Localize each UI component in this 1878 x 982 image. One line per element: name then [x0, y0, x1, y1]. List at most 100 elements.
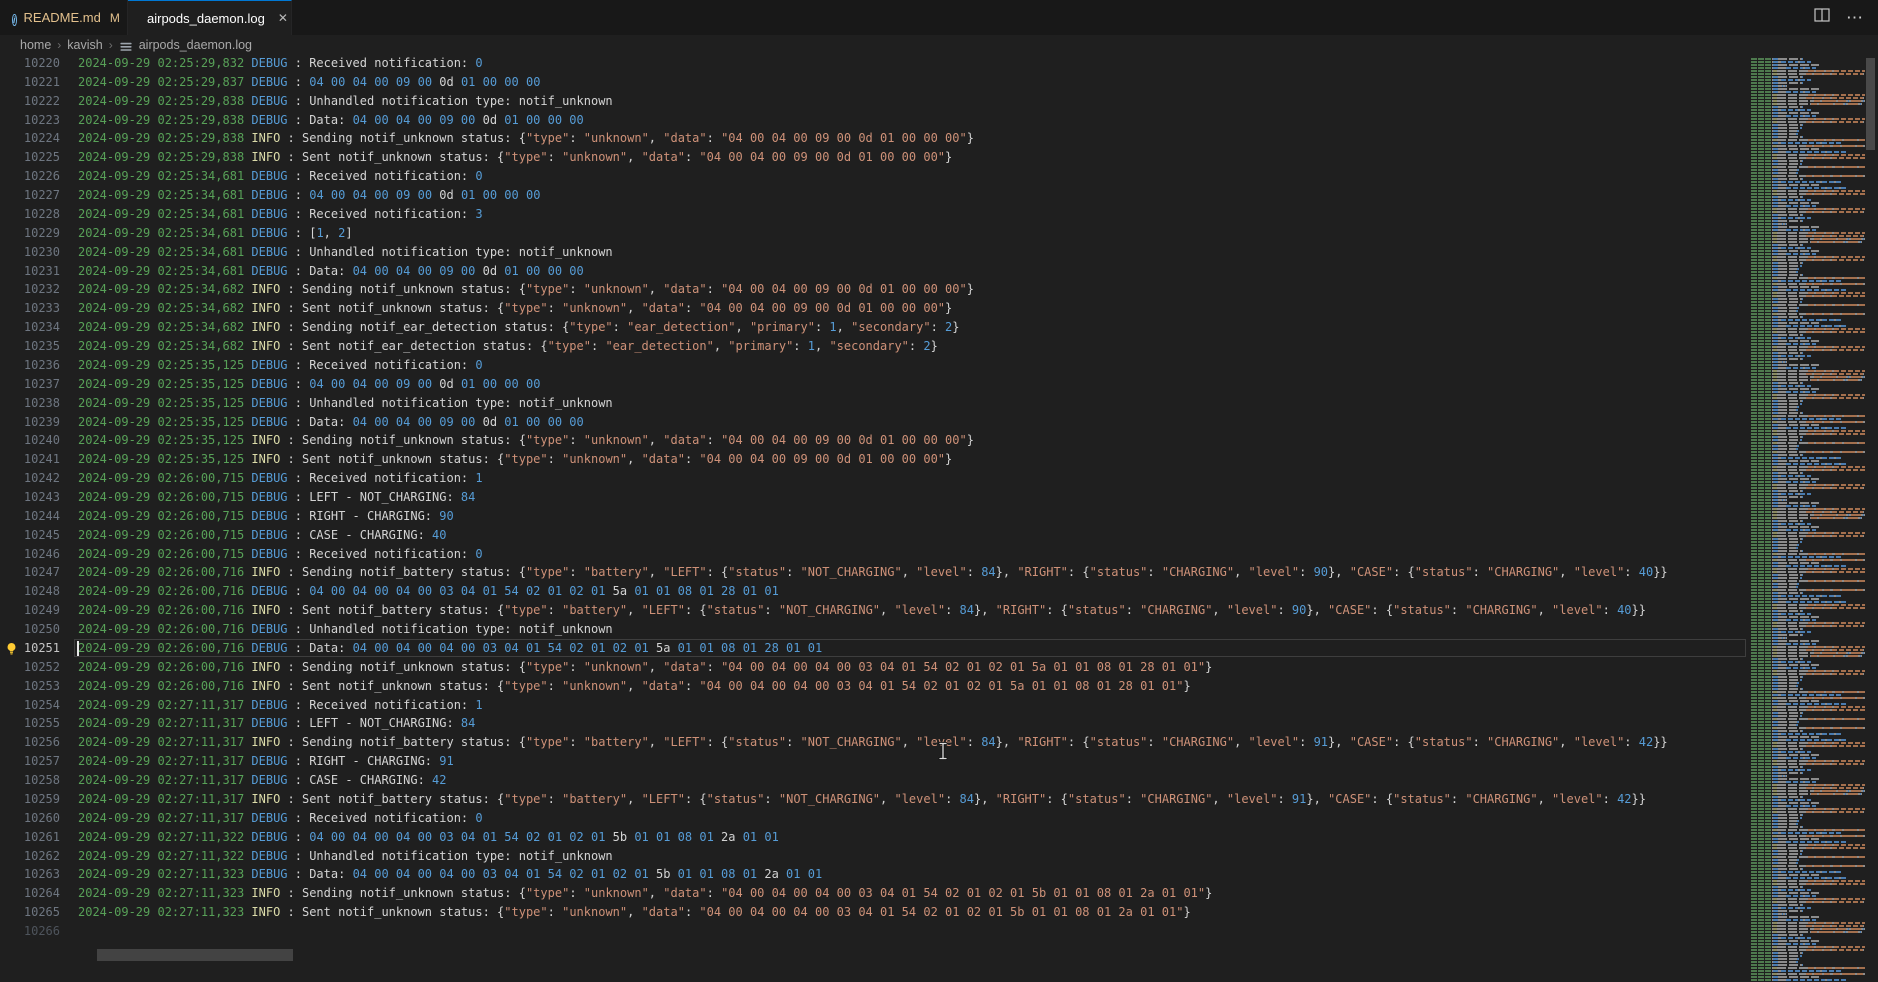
log-line[interactable]: 102632024-09-29 02:27:11,323 DEBUG : Dat… [0, 865, 1748, 884]
log-line-text[interactable]: 2024-09-29 02:25:34,682 INFO : Sending n… [78, 280, 974, 299]
line-number[interactable]: 10228 [0, 205, 60, 224]
log-line-text[interactable]: 2024-09-29 02:25:29,837 DEBUG : 04 00 04… [78, 73, 540, 92]
log-line-text[interactable]: 2024-09-29 02:26:00,716 INFO : Sending n… [78, 658, 1212, 677]
line-number[interactable]: 10230 [0, 243, 60, 262]
line-number[interactable]: 10224 [0, 129, 60, 148]
vertical-scrollbar-thumb[interactable] [1866, 58, 1875, 150]
log-line-text[interactable]: 2024-09-29 02:27:11,322 DEBUG : Unhandle… [78, 847, 613, 866]
log-line[interactable]: 102242024-09-29 02:25:29,838 INFO : Send… [0, 129, 1748, 148]
log-line-text[interactable]: 2024-09-29 02:25:34,681 DEBUG : Unhandle… [78, 243, 613, 262]
log-line[interactable]: 102202024-09-29 02:25:29,832 DEBUG : Rec… [0, 54, 1748, 73]
line-number[interactable]: 10220 [0, 54, 60, 73]
log-line-text[interactable]: 2024-09-29 02:26:00,715 DEBUG : Received… [78, 469, 483, 488]
log-line-text[interactable]: 2024-09-29 02:26:00,715 DEBUG : LEFT - N… [78, 488, 475, 507]
breadcrumb-home[interactable]: home [20, 38, 51, 52]
line-number[interactable]: 10238 [0, 394, 60, 413]
line-number[interactable]: 10222 [0, 92, 60, 111]
log-line[interactable]: 10262 2024-09-29 02:27:11,322 DEBUG : Unh… [0, 847, 1748, 866]
line-number[interactable]: 10229 [0, 224, 60, 243]
line-number[interactable]: 10256 [0, 733, 60, 752]
log-line-text[interactable]: 2024-09-29 02:27:11,317 DEBUG : CASE - C… [78, 771, 446, 790]
log-line-text[interactable]: 2024-09-29 02:25:34,681 DEBUG : Received… [78, 167, 483, 186]
line-number[interactable]: 10241 [0, 450, 60, 469]
log-line[interactable]: 102292024-09-29 02:25:34,681 DEBUG : [1,… [0, 224, 1748, 243]
line-number[interactable]: 10221 [0, 73, 60, 92]
log-line[interactable]: 102322024-09-29 02:25:34,682 INFO : Send… [0, 280, 1748, 299]
line-number[interactable]: 10236 [0, 356, 60, 375]
log-line-text[interactable]: 2024-09-29 02:25:34,682 INFO : Sending n… [78, 318, 960, 337]
log-line[interactable]: 10260 2024-09-29 02:27:11,317 DEBUG : Rec… [0, 809, 1748, 828]
log-line[interactable]: 102342024-09-29 02:25:34,682 INFO : Send… [0, 318, 1748, 337]
log-line-text[interactable]: 2024-09-29 02:26:00,715 DEBUG : Received… [78, 545, 483, 564]
log-line[interactable]: 10235 2024-09-29 02:25:34,682 INFO : Sent… [0, 337, 1748, 356]
log-line[interactable]: 102412024-09-29 02:25:35,125 INFO : Sent… [0, 450, 1748, 469]
line-number[interactable]: 10227 [0, 186, 60, 205]
lightbulb-icon[interactable] [5, 642, 18, 655]
log-line-text[interactable]: 2024-09-29 02:26:00,716 INFO : Sent noti… [78, 677, 1191, 696]
log-line-text[interactable]: 2024-09-29 02:25:35,125 INFO : Sending n… [78, 431, 974, 450]
log-line-text[interactable]: 2024-09-29 02:27:11,317 DEBUG : LEFT - N… [78, 714, 475, 733]
log-line-text[interactable]: 2024-09-29 02:25:29,838 INFO : Sent noti… [78, 148, 952, 167]
log-line-text[interactable]: 2024-09-29 02:27:11,317 DEBUG : Received… [78, 696, 483, 715]
line-number[interactable]: 10264 [0, 884, 60, 903]
log-line-text[interactable]: 2024-09-29 02:26:00,716 DEBUG : Unhandle… [78, 620, 613, 639]
log-line-text[interactable]: 2024-09-29 02:27:11,317 DEBUG : RIGHT - … [78, 752, 454, 771]
line-number[interactable]: 10260 [0, 809, 60, 828]
log-line[interactable]: 10222 2024-09-29 02:25:29,838 DEBUG : Unh… [0, 92, 1748, 111]
log-line[interactable]: 102362024-09-29 02:25:35,125 DEBUG : Rec… [0, 356, 1748, 375]
line-number[interactable]: 10252 [0, 658, 60, 677]
line-number[interactable]: 10247 [0, 563, 60, 582]
log-line[interactable]: 102492024-09-29 02:26:00,716 INFO : Sent… [0, 601, 1748, 620]
log-line[interactable]: 102422024-09-29 02:26:00,715 DEBUG : Rec… [0, 469, 1748, 488]
line-number[interactable]: 10262 [0, 847, 60, 866]
log-line-text[interactable]: 2024-09-29 02:26:00,716 INFO : Sending n… [78, 563, 1668, 582]
line-number[interactable]: 10266 [0, 922, 60, 941]
line-number[interactable]: 10250 [0, 620, 60, 639]
split-editor-icon[interactable] [1814, 7, 1830, 28]
log-line-text[interactable]: 2024-09-29 02:25:35,125 DEBUG : Unhandle… [78, 394, 613, 413]
log-line[interactable]: 102332024-09-29 02:25:34,682 INFO : Sent… [0, 299, 1748, 318]
log-line[interactable]: 10265 2024-09-29 02:27:11,323 INFO : Sent… [0, 903, 1748, 922]
log-line-text[interactable]: 2024-09-29 02:25:35,125 DEBUG : Data: 04… [78, 413, 584, 432]
minimap[interactable] [1751, 58, 1865, 982]
log-line-text[interactable]: 2024-09-29 02:25:29,838 DEBUG : Unhandle… [78, 92, 613, 111]
log-line[interactable]: 10256 2024-09-29 02:27:11,317 INFO : Send… [0, 733, 1748, 752]
line-number[interactable]: 10254 [0, 696, 60, 715]
line-number[interactable]: 10261 [0, 828, 60, 847]
log-line[interactable]: 10225 2024-09-29 02:25:29,838 INFO : Sent… [0, 148, 1748, 167]
log-line[interactable]: 102312024-09-29 02:25:34,681 DEBUG : Dat… [0, 262, 1748, 281]
line-number[interactable]: 10246 [0, 545, 60, 564]
log-line[interactable]: 102532024-09-29 02:26:00,716 INFO : Sent… [0, 677, 1748, 696]
log-line[interactable]: 102612024-09-29 02:27:11,322 DEBUG : 04 … [0, 828, 1748, 847]
log-line[interactable]: 102442024-09-29 02:26:00,715 DEBUG : RIG… [0, 507, 1748, 526]
log-line[interactable]: 102392024-09-29 02:25:35,125 DEBUG : Dat… [0, 413, 1748, 432]
close-tab-icon[interactable]: ✕ [278, 11, 288, 25]
line-number[interactable]: 10226 [0, 167, 60, 186]
line-number[interactable]: 10243 [0, 488, 60, 507]
log-line[interactable]: 102642024-09-29 02:27:11,323 INFO : Send… [0, 884, 1748, 903]
line-number[interactable]: 10265 [0, 903, 60, 922]
log-line-text[interactable]: 2024-09-29 02:25:29,838 DEBUG : Data: 04… [78, 111, 584, 130]
log-line[interactable]: 102402024-09-29 02:25:35,125 INFO : Send… [0, 431, 1748, 450]
log-line-text[interactable]: 2024-09-29 02:25:34,682 INFO : Sent noti… [78, 337, 938, 356]
log-line-text[interactable]: 2024-09-29 02:25:34,681 DEBUG : 04 00 04… [78, 186, 540, 205]
line-number[interactable]: 10257 [0, 752, 60, 771]
log-line[interactable]: 102372024-09-29 02:25:35,125 DEBUG : 04 … [0, 375, 1748, 394]
log-line-text[interactable]: 2024-09-29 02:27:11,323 INFO : Sent noti… [78, 903, 1191, 922]
line-number[interactable]: 10223 [0, 111, 60, 130]
log-line[interactable]: 102482024-09-29 02:26:00,716 DEBUG : 04 … [0, 582, 1748, 601]
line-number[interactable]: 10231 [0, 262, 60, 281]
log-line[interactable]: 10254 2024-09-29 02:27:11,317 DEBUG : Rec… [0, 696, 1748, 715]
log-line-text[interactable]: 2024-09-29 02:27:11,317 INFO : Sending n… [78, 733, 1668, 752]
line-number[interactable]: 10235 [0, 337, 60, 356]
log-line-text[interactable]: 2024-09-29 02:26:00,715 DEBUG : CASE - C… [78, 526, 446, 545]
line-number[interactable]: 10259 [0, 790, 60, 809]
line-number[interactable]: 10225 [0, 148, 60, 167]
log-line-text[interactable]: 2024-09-29 02:25:34,682 INFO : Sent noti… [78, 299, 952, 318]
log-line[interactable]: 10247 2024-09-29 02:26:00,716 INFO : Send… [0, 563, 1748, 582]
log-line-text[interactable]: 2024-09-29 02:27:11,317 DEBUG : Received… [78, 809, 483, 828]
log-line-text[interactable]: 2024-09-29 02:26:00,716 INFO : Sent noti… [78, 601, 1646, 620]
line-number[interactable]: 10245 [0, 526, 60, 545]
log-line[interactable]: 10227 2024-09-29 02:25:34,681 DEBUG : 04 … [0, 186, 1748, 205]
log-line-text[interactable]: 2024-09-29 02:27:11,323 DEBUG : Data: 04… [78, 865, 822, 884]
